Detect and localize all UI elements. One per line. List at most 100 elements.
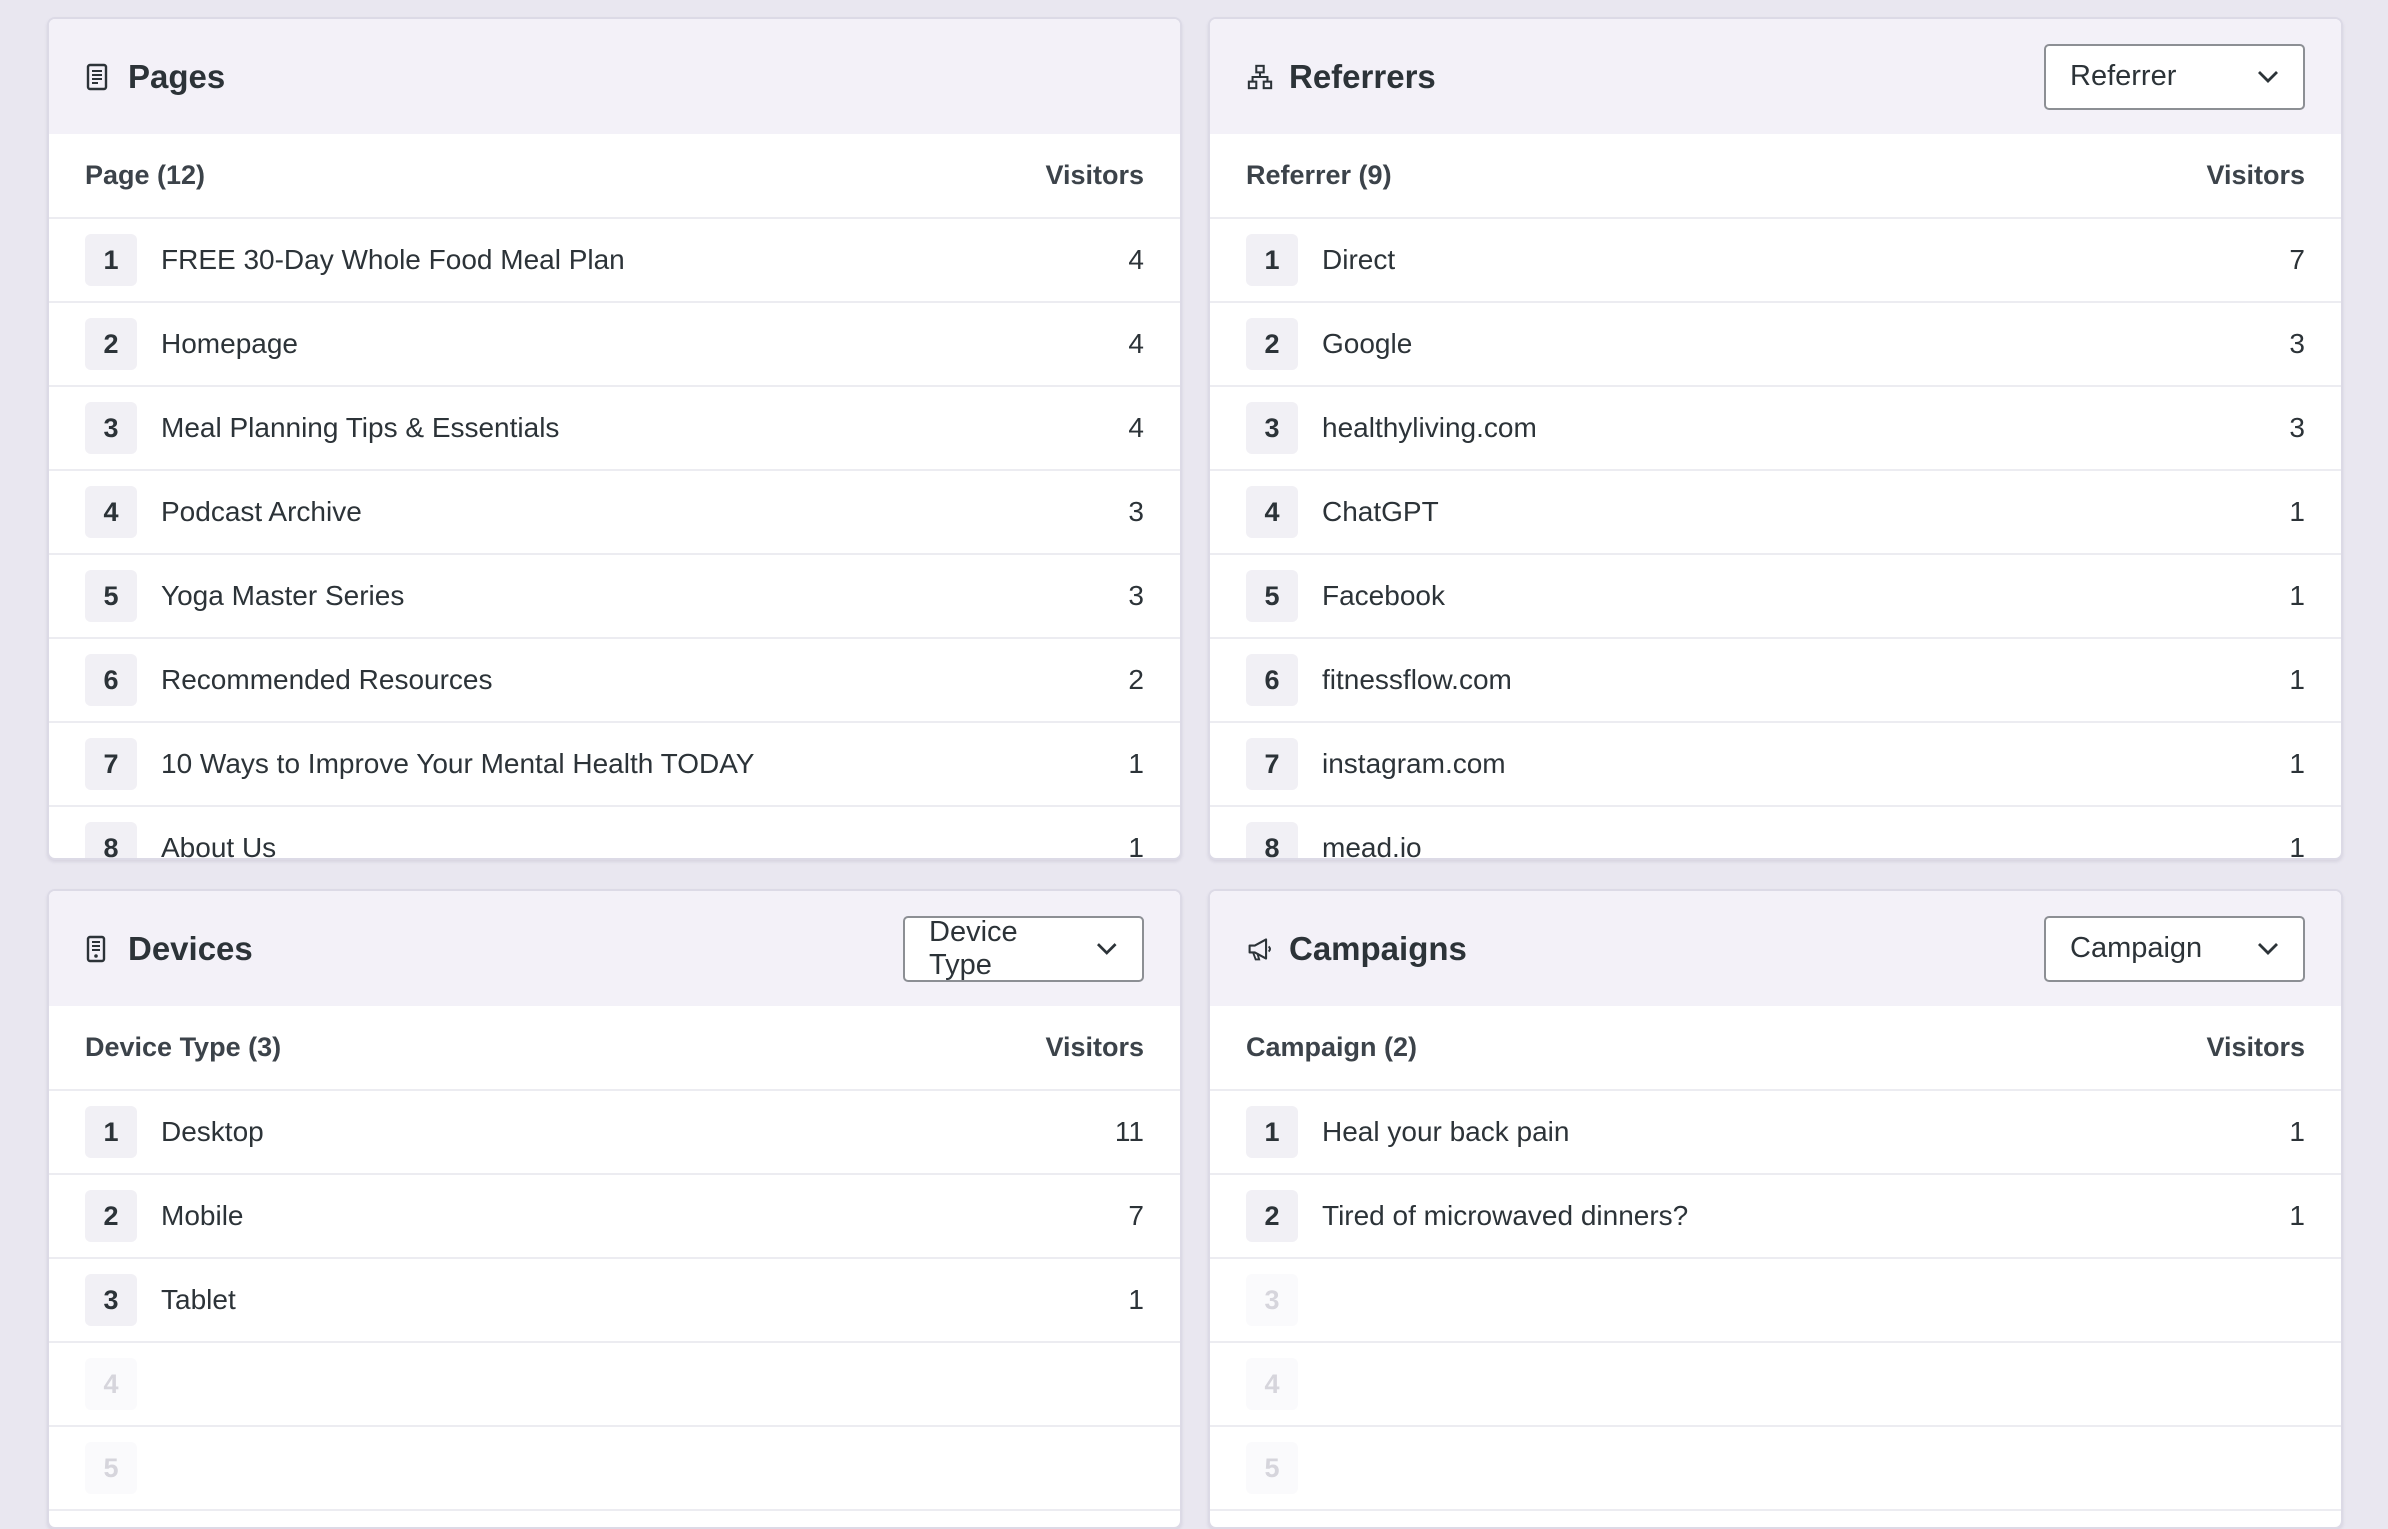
referrer-select[interactable]: Referrer: [2044, 43, 2305, 110]
list-item[interactable]: 4 Podcast Archive 3: [49, 471, 1180, 555]
rank-badge: 3: [85, 1274, 137, 1326]
item-label: instagram.com: [1322, 748, 1506, 779]
empty-list-item: 4: [1210, 1343, 2341, 1427]
list-item[interactable]: 4 ChatGPT 1: [1210, 471, 2341, 555]
visitor-count: 1: [2289, 1200, 2305, 1231]
visitor-count: 1: [2289, 832, 2305, 860]
list-item[interactable]: 3 healthyliving.com 3: [1210, 387, 2341, 471]
campaigns-column-header: Campaign (2) Visitors: [1210, 1006, 2341, 1091]
visitor-count: 1: [2289, 664, 2305, 695]
rank-badge: 1: [1246, 1106, 1298, 1158]
list-item[interactable]: 7 10 Ways to Improve Your Mental Health T…: [49, 723, 1180, 807]
mobile-device-icon: [86, 934, 112, 964]
referrers-column-header: Referrer (9) Visitors: [1210, 134, 2341, 219]
item-label: Podcast Archive: [161, 496, 362, 527]
rank-badge: 5: [1246, 1442, 1298, 1494]
list-item[interactable]: 1 Desktop 11: [49, 1091, 1180, 1175]
list-item[interactable]: 2 Google 3: [1210, 303, 2341, 387]
visitor-count: 1: [1128, 832, 1144, 860]
empty-list-item: 4: [49, 1343, 1180, 1427]
rank-badge: 6: [1246, 654, 1298, 706]
device-type-select[interactable]: Device Type: [903, 915, 1144, 982]
devices-card: Devices Device Type Device Type (3) Visi…: [47, 889, 1182, 1529]
list-item[interactable]: 2 Tired of microwaved dinners? 1: [1210, 1175, 2341, 1259]
referrers-card-title: Referrers: [1289, 57, 1436, 95]
visitor-count: 4: [1128, 328, 1144, 359]
rank-badge: 2: [85, 318, 137, 370]
item-label: healthyliving.com: [1322, 412, 1537, 443]
visitor-count: 7: [2289, 244, 2305, 275]
visitor-count: 7: [1128, 1200, 1144, 1231]
item-label: FREE 30-Day Whole Food Meal Plan: [161, 244, 625, 275]
list-item[interactable]: 1 Direct 7: [1210, 219, 2341, 303]
visitor-count: 3: [1128, 496, 1144, 527]
campaigns-column-label: Campaign (2): [1246, 1032, 1418, 1062]
item-label: mead.io: [1322, 832, 1422, 860]
list-item[interactable]: 6 fitnessflow.com 1: [1210, 639, 2341, 723]
list-item[interactable]: 3 Meal Planning Tips & Essentials 4: [49, 387, 1180, 471]
list-item[interactable]: 2 Homepage 4: [49, 303, 1180, 387]
list-item[interactable]: 2 Mobile 7: [49, 1175, 1180, 1259]
visitor-count: 1: [2289, 1116, 2305, 1147]
visitor-count: 1: [1128, 748, 1144, 779]
visitor-count: 4: [1128, 412, 1144, 443]
rank-badge: 5: [85, 570, 137, 622]
campaigns-card-title: Campaigns: [1289, 929, 1467, 967]
devices-column-label: Device Type (3): [85, 1032, 282, 1062]
item-label: Homepage: [161, 328, 298, 359]
referrers-column-visitors: Visitors: [2206, 160, 2305, 190]
empty-list-item: 3: [1210, 1259, 2341, 1343]
rank-badge: 3: [1246, 402, 1298, 454]
visitor-count: 3: [1128, 580, 1144, 611]
chevron-down-icon: [2258, 70, 2278, 83]
megaphone-icon: [1247, 934, 1273, 964]
list-item[interactable]: 8 About Us 1: [49, 807, 1180, 860]
item-label: Meal Planning Tips & Essentials: [161, 412, 560, 443]
list-item[interactable]: 5 Yoga Master Series 3: [49, 555, 1180, 639]
pages-card: Pages Page (12) Visitors 1 FREE 30-Day Wh…: [47, 17, 1182, 860]
list-item[interactable]: 7 instagram.com 1: [1210, 723, 2341, 807]
list-item[interactable]: 5 Facebook 1: [1210, 555, 2341, 639]
list-item[interactable]: 1 Heal your back pain 1: [1210, 1091, 2341, 1175]
devices-column-header: Device Type (3) Visitors: [49, 1006, 1180, 1091]
campaigns-card-header: Campaigns Campaign: [1210, 891, 2341, 1006]
campaigns-column-visitors: Visitors: [2206, 1032, 2305, 1062]
list-item[interactable]: 1 FREE 30-Day Whole Food Meal Plan 4: [49, 219, 1180, 303]
pages-column-label: Page (12): [85, 160, 206, 190]
item-label: Tired of microwaved dinners?: [1322, 1200, 1689, 1231]
rank-badge: 5: [85, 1442, 137, 1494]
rank-badge: 3: [1246, 1274, 1298, 1326]
campaigns-list: 1 Heal your back pain 1 2 Tired of microwave…: [1210, 1091, 2341, 1511]
list-item[interactable]: 8 mead.io 1: [1210, 807, 2341, 860]
devices-column-visitors: Visitors: [1045, 1032, 1144, 1062]
rank-badge: 4: [1246, 1358, 1298, 1410]
campaign-select[interactable]: Campaign: [2044, 915, 2305, 982]
item-label: Facebook: [1322, 580, 1445, 611]
visitor-count: 2: [1128, 664, 1144, 695]
rank-badge: 2: [85, 1190, 137, 1242]
document-icon: [86, 62, 112, 92]
rank-badge: 8: [85, 822, 137, 858]
rank-badge: 6: [85, 654, 137, 706]
item-label: ChatGPT: [1322, 496, 1439, 527]
empty-list-item: 5: [1210, 1427, 2341, 1511]
list-item[interactable]: 6 Recommended Resources 2: [49, 639, 1180, 723]
rank-badge: 4: [85, 1358, 137, 1410]
devices-list: 1 Desktop 11 2 Mobile 7 3 Tablet 1 4 5: [49, 1091, 1180, 1511]
visitor-count: 1: [2289, 496, 2305, 527]
item-label: Recommended Resources: [161, 664, 493, 695]
list-item[interactable]: 3 Tablet 1: [49, 1259, 1180, 1343]
pages-list: 1 FREE 30-Day Whole Food Meal Plan 4 2 Homep…: [49, 219, 1180, 860]
item-label: Mobile: [161, 1200, 244, 1231]
chevron-down-icon: [2258, 942, 2278, 955]
pages-column-header: Page (12) Visitors: [49, 134, 1180, 219]
item-label: 10 Ways to Improve Your Mental Health TO…: [161, 748, 755, 779]
rank-badge: 5: [1246, 570, 1298, 622]
visitor-count: 1: [2289, 748, 2305, 779]
rank-badge: 2: [1246, 318, 1298, 370]
devices-card-title: Devices: [128, 929, 253, 967]
referrers-list: 1 Direct 7 2 Google 3 3 healthyliving.com 3 4 Chat…: [1210, 219, 2341, 860]
item-label: About Us: [161, 832, 277, 860]
visitor-count: 3: [2289, 412, 2305, 443]
item-label: Desktop: [161, 1116, 264, 1147]
